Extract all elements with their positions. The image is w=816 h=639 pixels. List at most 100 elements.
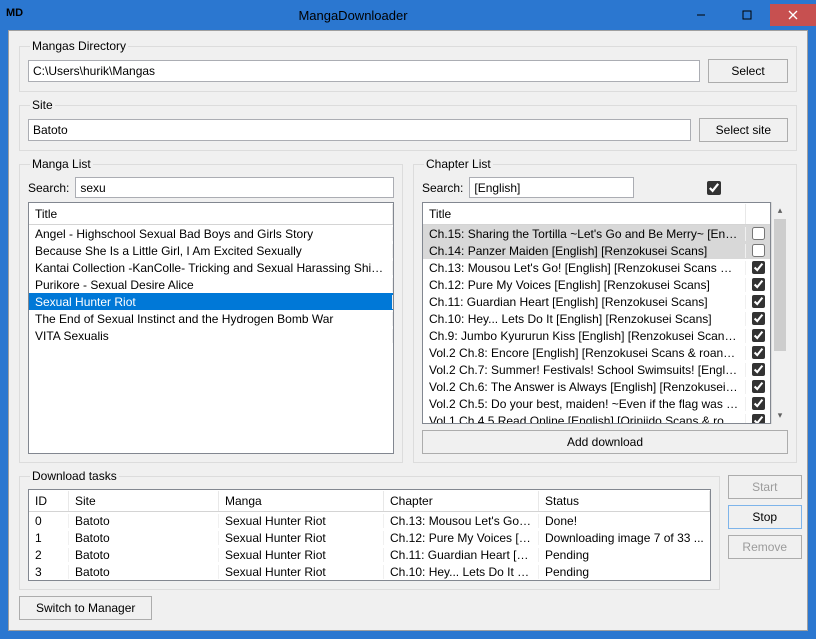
chapter-check-header[interactable]	[746, 211, 770, 217]
chapter-list-item[interactable]: Vol.2 Ch.7: Summer! Festivals! School Sw…	[423, 361, 770, 378]
chapter-search-input[interactable]	[469, 177, 634, 198]
tasks-manga-header[interactable]: Manga	[219, 491, 384, 511]
task-cell-status: Pending	[539, 548, 710, 562]
chapter-list-item-checkbox[interactable]	[752, 278, 765, 291]
scroll-down-icon[interactable]: ▾	[772, 407, 788, 424]
chapter-list-item-title: Vol.2 Ch.5: Do your best, maiden! ~Even …	[423, 397, 746, 411]
minimize-button[interactable]	[678, 4, 724, 26]
chapter-list-item-checkbox[interactable]	[752, 380, 765, 393]
manga-list-item[interactable]: Purikore - Sexual Desire Alice	[29, 276, 393, 293]
chapter-list-item-checkbox[interactable]	[752, 363, 765, 376]
chapter-list-item-checkbox[interactable]	[752, 397, 765, 410]
chapter-list-item[interactable]: Ch.12: Pure My Voices [English] [Renzoku…	[423, 276, 770, 293]
chapter-list-group: Chapter List Search: Title Ch.15: Sharin…	[413, 157, 797, 463]
task-cell-chapter: Ch.12: Pure My Voices [Englis...	[384, 531, 539, 545]
manga-list-item-title: VITA Sexualis	[29, 329, 393, 343]
manga-list-item[interactable]: Kantai Collection -KanColle- Tricking an…	[29, 259, 393, 276]
chapter-list-item[interactable]: Ch.9: Jumbo Kyururun Kiss [English] [Ren…	[423, 327, 770, 344]
chapter-list-item-checkbox[interactable]	[752, 414, 765, 423]
chapter-list-item-checkbox[interactable]	[752, 312, 765, 325]
chapter-list-item[interactable]: Vol.2 Ch.6: The Answer is Always [Englis…	[423, 378, 770, 395]
select-directory-button[interactable]: Select	[708, 59, 788, 83]
chapter-list-item-title: Vol.2 Ch.6: The Answer is Always [Englis…	[423, 380, 746, 394]
tasks-site-header[interactable]: Site	[69, 491, 219, 511]
manga-list-item-title: Purikore - Sexual Desire Alice	[29, 278, 393, 292]
tasks-status-header[interactable]: Status	[539, 491, 710, 511]
manga-list-item-title: The End of Sexual Instinct and the Hydro…	[29, 312, 393, 326]
chapter-list-item[interactable]: Vol.2 Ch.8: Encore [English] [Renzokusei…	[423, 344, 770, 361]
start-button[interactable]: Start	[728, 475, 802, 499]
mangas-directory-input[interactable]	[28, 60, 700, 82]
task-row[interactable]: 3BatotoSexual Hunter RiotCh.10: Hey... L…	[29, 563, 710, 580]
chapter-search-label: Search:	[422, 181, 463, 195]
chapter-list-item[interactable]: Ch.10: Hey... Lets Do It [English] [Renz…	[423, 310, 770, 327]
remove-button[interactable]: Remove	[728, 535, 802, 559]
manga-list-item[interactable]: Sexual Hunter Riot	[29, 293, 393, 310]
task-cell-site: Batoto	[69, 531, 219, 545]
maximize-button[interactable]	[724, 4, 770, 26]
chapter-list-item-checkbox[interactable]	[752, 244, 765, 257]
manga-list-item-title: Kantai Collection -KanColle- Tricking an…	[29, 261, 393, 275]
site-group: Site Select site	[19, 98, 797, 151]
task-row[interactable]: 0BatotoSexual Hunter RiotCh.13: Mousou L…	[29, 512, 710, 529]
chapter-list-item[interactable]: Ch.15: Sharing the Tortilla ~Let's Go an…	[423, 225, 770, 242]
manga-list-item-title: Angel - Highschool Sexual Bad Boys and G…	[29, 227, 393, 241]
manga-list-item[interactable]: Angel - Highschool Sexual Bad Boys and G…	[29, 225, 393, 242]
app-window: MD MangaDownloader Mangas Directory Sele…	[0, 0, 816, 639]
chapter-list-item-checkbox[interactable]	[752, 227, 765, 240]
download-tasks-legend: Download tasks	[30, 469, 119, 483]
manga-list-item[interactable]: VITA Sexualis	[29, 327, 393, 344]
task-cell-manga: Sexual Hunter Riot	[219, 531, 384, 545]
chapter-listbox[interactable]: Title Ch.15: Sharing the Tortilla ~Let's…	[422, 202, 771, 424]
chapter-list-item-title: Vol.1 Ch.4.5 Read Online [English] [Orin…	[423, 414, 746, 424]
select-site-button[interactable]: Select site	[699, 118, 788, 142]
task-cell-chapter: Ch.11: Guardian Heart [Engli...	[384, 548, 539, 562]
chapter-list-item-title: Ch.9: Jumbo Kyururun Kiss [English] [Ren…	[423, 329, 746, 343]
task-cell-status: Downloading image 7 of 33 ...	[539, 531, 710, 545]
chapter-list-item[interactable]: Vol.2 Ch.5: Do your best, maiden! ~Even …	[423, 395, 770, 412]
switch-to-manager-button[interactable]: Switch to Manager	[19, 596, 152, 620]
window-title: MangaDownloader	[28, 8, 678, 23]
chapter-list-item-checkbox[interactable]	[752, 261, 765, 274]
task-cell-site: Batoto	[69, 548, 219, 562]
task-row[interactable]: 2BatotoSexual Hunter RiotCh.11: Guardian…	[29, 546, 710, 563]
task-row[interactable]: 1BatotoSexual Hunter RiotCh.12: Pure My …	[29, 529, 710, 546]
tasks-chapter-header[interactable]: Chapter	[384, 491, 539, 511]
chapter-scrollbar[interactable]: ▴ ▾	[771, 202, 788, 424]
chapter-title-header[interactable]: Title	[423, 204, 746, 224]
manga-search-input[interactable]	[75, 177, 394, 198]
task-cell-id: 3	[29, 565, 69, 579]
chapter-filter-checkbox[interactable]	[640, 181, 788, 195]
manga-title-header[interactable]: Title	[29, 204, 393, 224]
task-cell-chapter: Ch.13: Mousou Let's Go! [Engl...	[384, 514, 539, 528]
download-tasks-group: Download tasks ID Site Manga Chapter Sta…	[19, 469, 720, 590]
chapter-list-item-checkbox[interactable]	[752, 346, 765, 359]
close-button[interactable]	[770, 4, 816, 26]
chapter-list-item[interactable]: Ch.11: Guardian Heart [English] [Renzoku…	[423, 293, 770, 310]
app-icon: MD	[6, 7, 22, 23]
task-cell-site: Batoto	[69, 565, 219, 579]
task-cell-chapter: Ch.10: Hey... Lets Do It [Engli...	[384, 565, 539, 579]
tasks-id-header[interactable]: ID	[29, 491, 69, 511]
manga-listbox[interactable]: Title Angel - Highschool Sexual Bad Boys…	[28, 202, 394, 454]
tasks-listbox[interactable]: ID Site Manga Chapter Status 0BatotoSexu…	[28, 489, 711, 581]
scroll-up-icon[interactable]: ▴	[772, 202, 788, 219]
titlebar[interactable]: MD MangaDownloader	[0, 0, 816, 30]
task-cell-id: 2	[29, 548, 69, 562]
manga-list-legend: Manga List	[30, 157, 93, 171]
chapter-list-item[interactable]: Ch.13: Mousou Let's Go! [English] [Renzo…	[423, 259, 770, 276]
chapter-list-item[interactable]: Vol.1 Ch.4.5 Read Online [English] [Orin…	[423, 412, 770, 423]
manga-list-item-title: Sexual Hunter Riot	[29, 295, 393, 309]
chapter-list-item-checkbox[interactable]	[752, 329, 765, 342]
task-cell-id: 1	[29, 531, 69, 545]
chapter-list-item-title: Ch.10: Hey... Lets Do It [English] [Renz…	[423, 312, 746, 326]
manga-list-item[interactable]: Because She Is a Little Girl, I Am Excit…	[29, 242, 393, 259]
site-input[interactable]	[28, 119, 691, 141]
chapter-list-item-checkbox[interactable]	[752, 295, 765, 308]
chapter-list-legend: Chapter List	[424, 157, 493, 171]
stop-button[interactable]: Stop	[728, 505, 802, 529]
add-download-button[interactable]: Add download	[422, 430, 788, 454]
manga-list-item[interactable]: The End of Sexual Instinct and the Hydro…	[29, 310, 393, 327]
chapter-list-item-title: Ch.11: Guardian Heart [English] [Renzoku…	[423, 295, 746, 309]
chapter-list-item[interactable]: Ch.14: Panzer Maiden [English] [Renzokus…	[423, 242, 770, 259]
